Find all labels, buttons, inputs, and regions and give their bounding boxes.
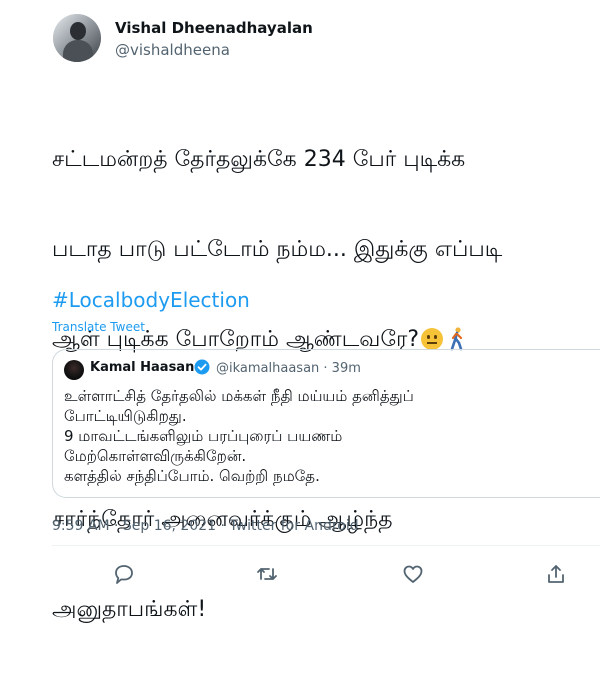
quoted-author-avatar — [64, 360, 84, 380]
author-handle[interactable]: @vishaldheena — [115, 41, 230, 59]
retweet-icon[interactable] — [255, 562, 279, 586]
quoted-line: உள்ளாட்சித் தேர்தலில் மக்கள் நீதி மய்யம்… — [64, 387, 414, 405]
quoted-line: 9 மாவட்டங்களிலும் பரப்புரைப் பயணம் — [64, 427, 343, 445]
verified-badge-icon — [194, 359, 210, 375]
person-walking-emoji — [450, 327, 463, 351]
author-display-name[interactable]: Vishal Dheenadhayalan — [115, 19, 313, 37]
quoted-line: போட்டியிடுகிறது. — [64, 407, 187, 425]
reply-icon[interactable] — [112, 562, 136, 586]
author-avatar[interactable] — [53, 14, 101, 62]
tweet-line: சட்டமன்றத் தேர்தலுக்கே 234 பேர் புடிக்க — [52, 147, 466, 172]
quoted-author-name: Kamal Haasan — [90, 360, 195, 375]
neutral-face-emoji — [421, 328, 443, 350]
tweet-line: படாத பாடு பட்டோம் நம்ம... இதுக்கு எப்படி — [52, 237, 503, 262]
tweet: Vishal Dheenadhayalan @vishaldheena சட்ட… — [0, 0, 600, 622]
tweet-actions — [0, 562, 600, 592]
like-icon[interactable] — [401, 562, 425, 586]
tweet-timestamp-source[interactable]: 9:59 AM · Sep 16, 2021 · Twitter for And… — [52, 518, 359, 534]
quoted-line: களத்தில் சந்திப்போம். வெற்றி நமதே. — [64, 467, 320, 485]
quoted-tweet[interactable]: Kamal Haasan @ikamalhaasan · 39m உள்ளாட்… — [52, 349, 600, 498]
translate-tweet-link[interactable]: Translate Tweet — [52, 320, 145, 334]
quoted-author-handle-time: @ikamalhaasan · 39m — [216, 361, 361, 376]
quoted-line: மேற்கொள்ளவிருக்கிறேன். — [64, 447, 247, 465]
hashtag-link[interactable]: #LocalbodyElection — [52, 288, 250, 312]
divider — [52, 545, 600, 546]
quoted-tweet-text: உள்ளாட்சித் தேர்தலில் மக்கள் நீதி மய்யம்… — [64, 386, 600, 486]
share-icon[interactable] — [544, 562, 568, 586]
